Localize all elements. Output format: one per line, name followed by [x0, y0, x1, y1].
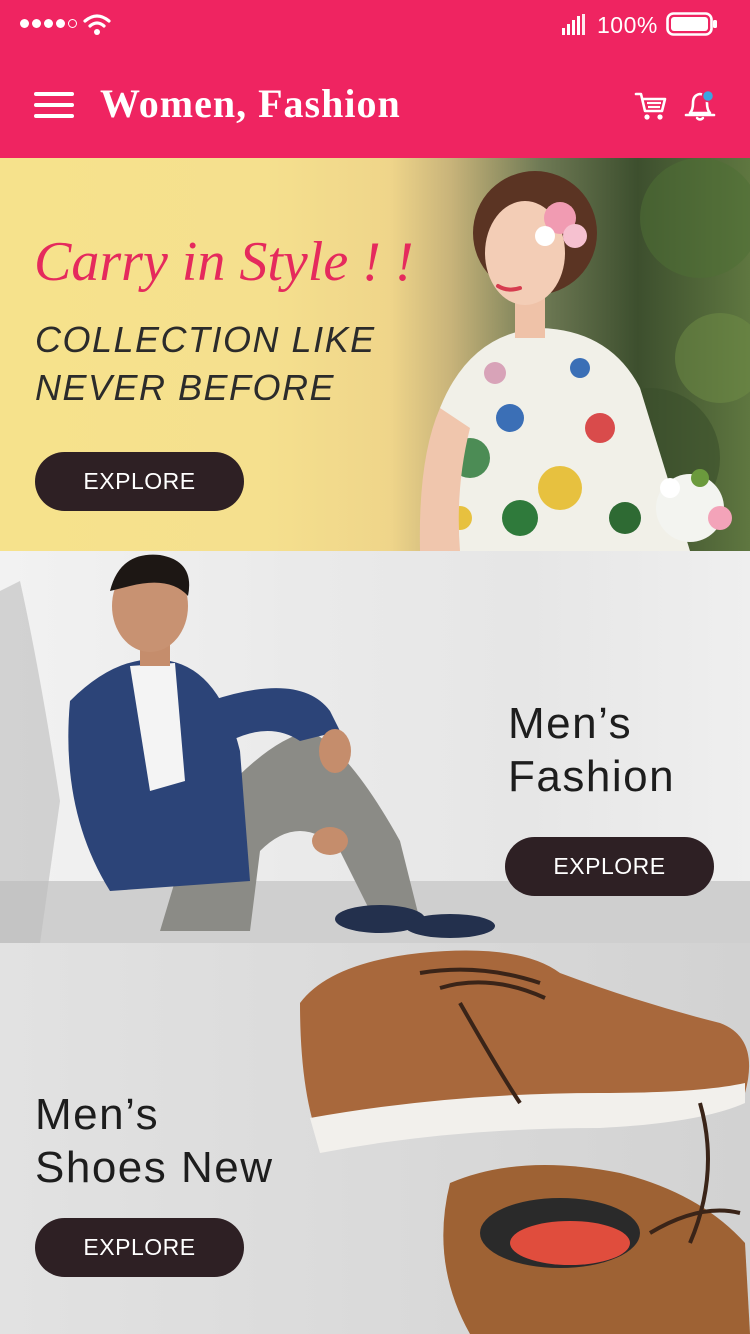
wifi-icon: [83, 14, 111, 35]
title-line-1: Men’s: [35, 1090, 160, 1139]
bell-icon[interactable]: [682, 88, 718, 124]
banner-tagline: Carry in Style ! !: [34, 231, 414, 293]
explore-women-button[interactable]: EXPLORE: [35, 452, 244, 511]
explore-men-button[interactable]: EXPLORE: [505, 837, 714, 896]
title-line-1: Men’s: [508, 699, 633, 748]
signal-dots-icon: [20, 19, 77, 28]
title-line-2: Fashion: [508, 752, 676, 801]
status-bar: 100%: [0, 0, 750, 52]
menu-button[interactable]: [34, 90, 74, 120]
title-line-2: Shoes New: [35, 1143, 274, 1192]
banner-mens-shoes[interactable]: Men’s Shoes New EXPLORE: [0, 943, 750, 1334]
menu-icon: [34, 92, 74, 96]
headline-line-1: COLLECTION LIKE: [35, 319, 376, 360]
app-bar: Women, Fashion: [0, 52, 750, 158]
mens-shoes-title: Men’s Shoes New: [35, 1088, 335, 1194]
cellular-signal-icon: [562, 14, 585, 35]
battery-icon: [666, 12, 717, 36]
battery-percent: 100%: [597, 12, 658, 38]
headline-line-2: NEVER BEFORE: [35, 367, 336, 408]
banner-women-fashion[interactable]: Carry in Style ! ! COLLECTION LIKE NEVER…: [0, 158, 750, 551]
banner-headline: COLLECTION LIKE NEVER BEFORE: [35, 316, 415, 412]
banner-mens-fashion[interactable]: Men’s Fashion EXPLORE: [0, 551, 750, 943]
cart-icon[interactable]: [634, 90, 668, 122]
explore-shoes-button[interactable]: EXPLORE: [35, 1218, 244, 1277]
page-title: Women, Fashion: [100, 81, 401, 126]
mens-fashion-title: Men’s Fashion: [508, 697, 748, 803]
notification-dot: [701, 89, 715, 103]
